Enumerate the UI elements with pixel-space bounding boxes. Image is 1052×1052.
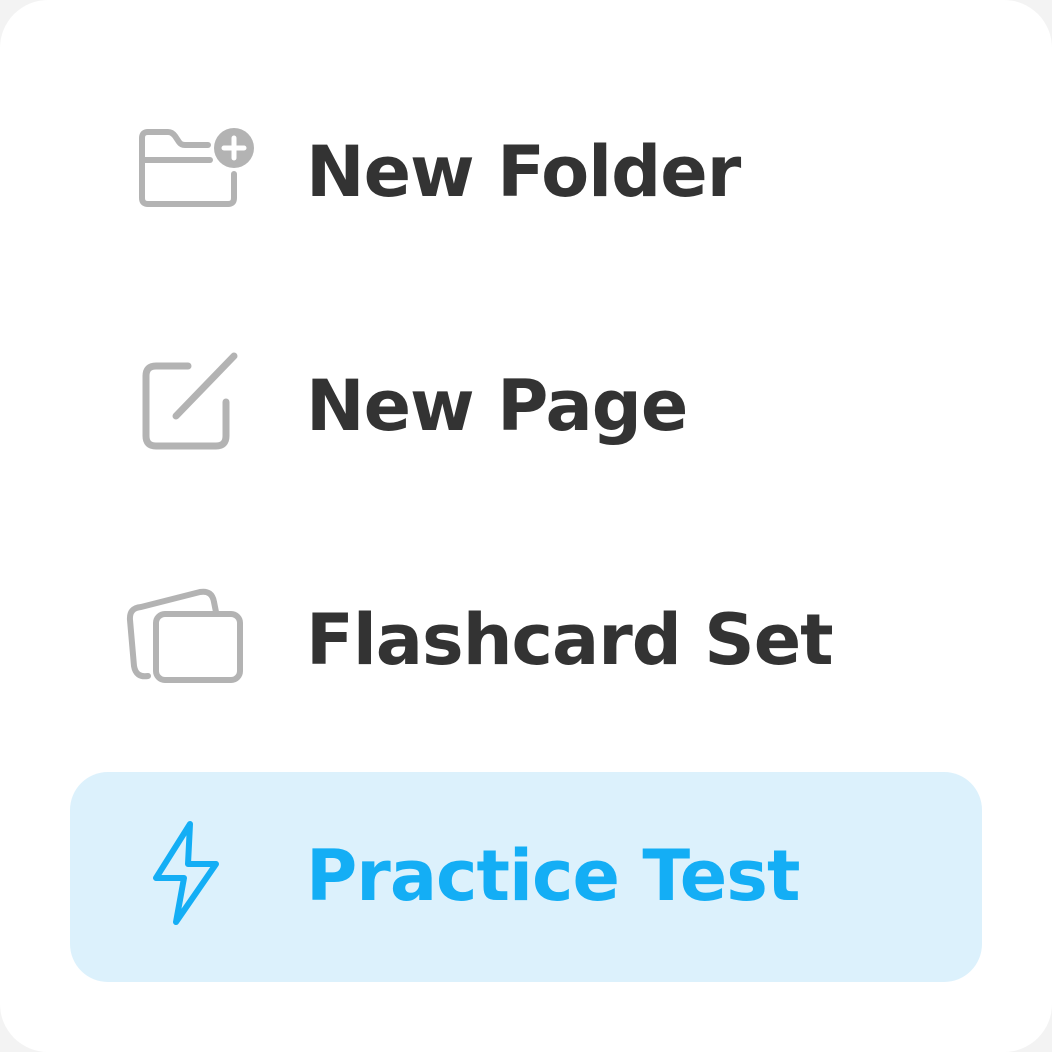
menu-item-new-folder[interactable]: New Folder	[70, 66, 982, 276]
edit-page-icon	[142, 352, 238, 450]
lightning-icon	[153, 821, 219, 925]
menu-item-label: Practice Test	[306, 835, 800, 917]
create-menu: New Folder New Page Flashcard Set Practi…	[0, 0, 1052, 1052]
menu-item-practice-test[interactable]: Practice Test	[70, 772, 982, 982]
menu-item-flashcard-set[interactable]: Flashcard Set	[70, 534, 982, 744]
menu-item-label: New Page	[306, 365, 688, 447]
menu-item-new-page[interactable]: New Page	[70, 300, 982, 510]
folder-plus-icon	[139, 128, 254, 207]
flashcards-icon	[126, 588, 243, 683]
menu-item-label: New Folder	[306, 131, 741, 213]
menu-item-label: Flashcard Set	[306, 599, 834, 681]
